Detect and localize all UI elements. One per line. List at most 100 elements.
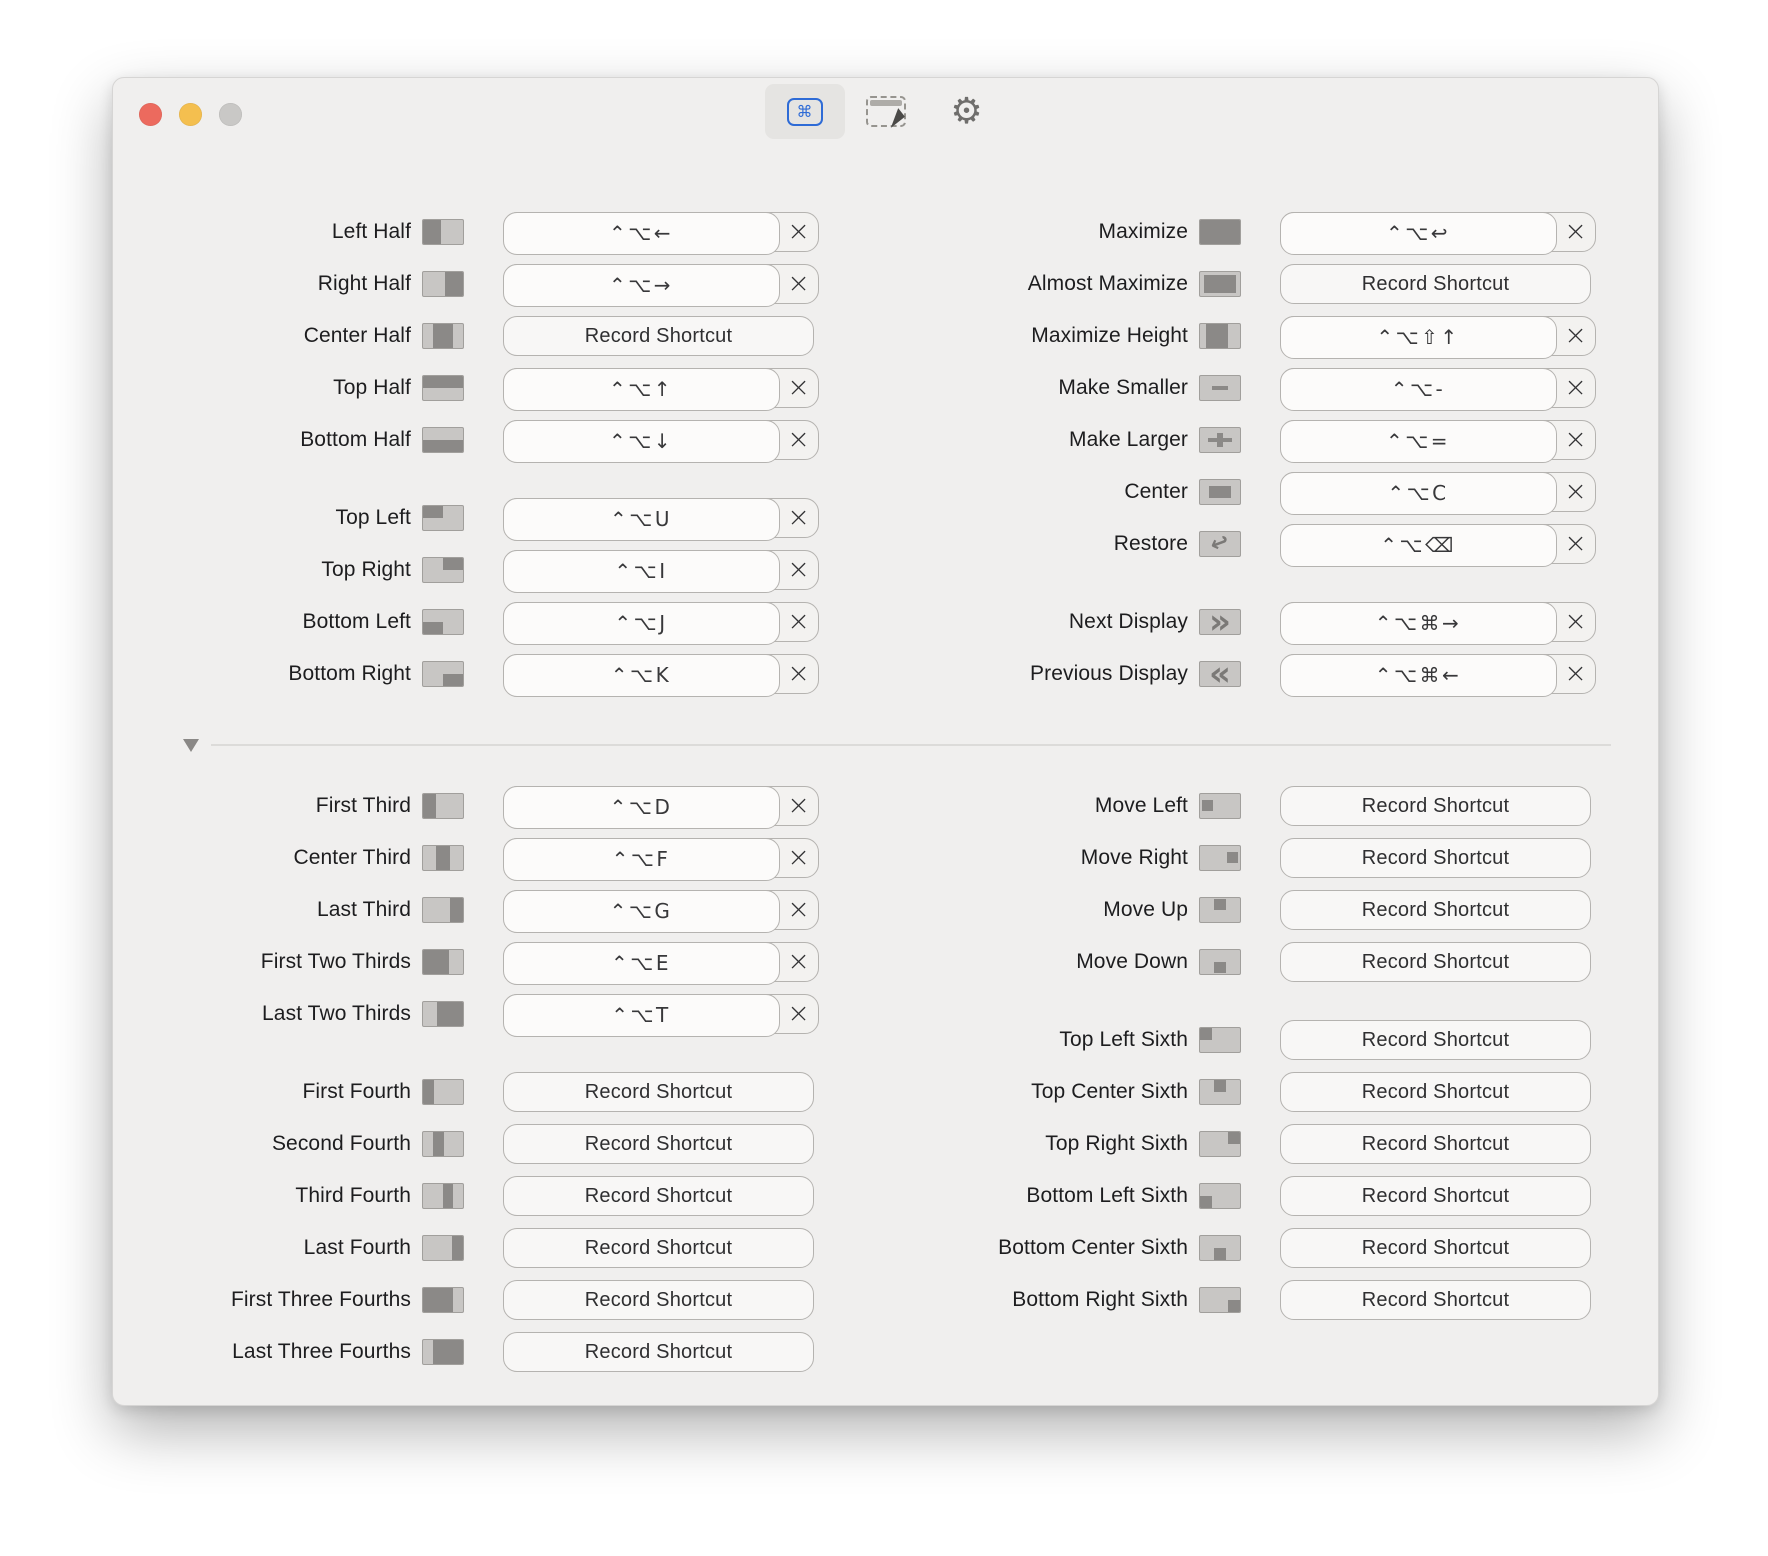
- record-shortcut-button[interactable]: Record Shortcut: [1280, 264, 1591, 304]
- action-label: Right Half: [113, 272, 411, 296]
- clear-shortcut-button[interactable]: ×: [779, 995, 818, 1032]
- clear-shortcut-button[interactable]: ×: [779, 891, 818, 928]
- action-label: Second Fourth: [113, 1132, 411, 1156]
- clear-shortcut-button[interactable]: ×: [1556, 655, 1595, 692]
- shortcut-field[interactable]: ⌃⌥↑×: [503, 368, 819, 408]
- shortcut-field[interactable]: ⌃⌥E×: [503, 942, 819, 982]
- shortcut-field[interactable]: ⌃⌥U×: [503, 498, 819, 538]
- top-half-icon: [422, 375, 464, 401]
- shortcut-field[interactable]: ⌃⌥K×: [503, 654, 819, 694]
- record-shortcut-button[interactable]: Record Shortcut: [1280, 942, 1591, 982]
- record-shortcut-button[interactable]: Record Shortcut: [503, 1072, 814, 1112]
- clear-shortcut-button[interactable]: ×: [1556, 603, 1595, 640]
- shortcut-field[interactable]: ⌃⌥↩×: [1280, 212, 1596, 252]
- action-row: Top Left SixthRecord Shortcut: [890, 1014, 1596, 1066]
- shortcut-value[interactable]: ⌃⌥F: [503, 838, 780, 881]
- shortcut-value[interactable]: ⌃⌥⌫: [1280, 524, 1557, 567]
- shortcut-value[interactable]: ⌃⌥G: [503, 890, 780, 933]
- shortcut-field[interactable]: ⌃⌥F×: [503, 838, 819, 878]
- shortcut-value[interactable]: ⌃⌥-: [1280, 368, 1557, 411]
- record-shortcut-button[interactable]: Record Shortcut: [1280, 890, 1591, 930]
- shortcut-field[interactable]: ⌃⌥C×: [1280, 472, 1596, 512]
- clear-shortcut-button[interactable]: ×: [1556, 369, 1595, 406]
- record-shortcut-button[interactable]: Record Shortcut: [503, 1332, 814, 1372]
- action-label: Top Right Sixth: [890, 1132, 1188, 1156]
- shortcut-value[interactable]: ⌃⌥↑: [503, 368, 780, 411]
- clear-shortcut-button[interactable]: ×: [779, 655, 818, 692]
- shortcut-field[interactable]: ⌃⌥→×: [503, 264, 819, 304]
- clear-shortcut-button[interactable]: ×: [779, 603, 818, 640]
- shortcut-value[interactable]: ⌃⌥⌘←: [1280, 654, 1557, 697]
- record-shortcut-button[interactable]: Record Shortcut: [1280, 1124, 1591, 1164]
- clear-shortcut-button[interactable]: ×: [779, 421, 818, 458]
- shortcut-value[interactable]: ⌃⌥C: [1280, 472, 1557, 515]
- shortcut-value[interactable]: ⌃⌥↩: [1280, 212, 1557, 255]
- clear-shortcut-button[interactable]: ×: [1556, 317, 1595, 354]
- action-label: Third Fourth: [113, 1184, 411, 1208]
- record-shortcut-button[interactable]: Record Shortcut: [1280, 1176, 1591, 1216]
- clear-shortcut-button[interactable]: ×: [779, 265, 818, 302]
- group-thirds: First Third⌃⌥D×Center Third⌃⌥F×Last Thir…: [113, 780, 819, 1040]
- shortcut-field[interactable]: ⌃⌥⌫×: [1280, 524, 1596, 564]
- action-label: Make Larger: [890, 428, 1188, 452]
- record-shortcut-button[interactable]: Record Shortcut: [1280, 1228, 1591, 1268]
- shortcut-value[interactable]: ⌃⌥I: [503, 550, 780, 593]
- shortcut-field[interactable]: ⌃⌥T×: [503, 994, 819, 1034]
- shortcut-field[interactable]: ⌃⌥⇧↑×: [1280, 316, 1596, 356]
- shortcut-field[interactable]: ⌃⌥D×: [503, 786, 819, 826]
- tab-keyboard-shortcuts[interactable]: ⌘: [765, 84, 845, 139]
- clear-shortcut-button[interactable]: ×: [1556, 473, 1595, 510]
- clear-shortcut-button[interactable]: ×: [779, 369, 818, 406]
- tab-snap-areas[interactable]: [846, 84, 926, 139]
- shortcut-value[interactable]: ⌃⌥←: [503, 212, 780, 255]
- minimize-button[interactable]: [179, 103, 202, 126]
- record-shortcut-button[interactable]: Record Shortcut: [503, 1176, 814, 1216]
- shortcut-field[interactable]: ⌃⌥⌘→×: [1280, 602, 1596, 642]
- shortcut-field[interactable]: ⌃⌥G×: [503, 890, 819, 930]
- tab-settings[interactable]: ⚙: [927, 84, 1007, 139]
- record-shortcut-button[interactable]: Record Shortcut: [1280, 786, 1591, 826]
- record-shortcut-button[interactable]: Record Shortcut: [1280, 1020, 1591, 1060]
- clear-shortcut-button[interactable]: ×: [779, 839, 818, 876]
- clear-shortcut-button[interactable]: ×: [779, 787, 818, 824]
- clear-shortcut-button[interactable]: ×: [779, 551, 818, 588]
- group-sixths: Top Left SixthRecord ShortcutTop Center …: [890, 1014, 1596, 1326]
- shortcut-field[interactable]: ⌃⌥J×: [503, 602, 819, 642]
- record-shortcut-button[interactable]: Record Shortcut: [503, 316, 814, 356]
- record-shortcut-button[interactable]: Record Shortcut: [1280, 838, 1591, 878]
- action-label: Previous Display: [890, 662, 1188, 686]
- clear-shortcut-button[interactable]: ×: [1556, 213, 1595, 250]
- record-shortcut-button[interactable]: Record Shortcut: [503, 1280, 814, 1320]
- clear-shortcut-button[interactable]: ×: [779, 213, 818, 250]
- action-row: Bottom Left⌃⌥J×: [113, 596, 819, 648]
- close-button[interactable]: [139, 103, 162, 126]
- shortcut-value[interactable]: ⌃⌥⇧↑: [1280, 316, 1557, 359]
- shortcut-value[interactable]: ⌃⌥↓: [503, 420, 780, 463]
- clear-shortcut-button[interactable]: ×: [1556, 421, 1595, 458]
- shortcut-value[interactable]: ⌃⌥→: [503, 264, 780, 307]
- clear-shortcut-button[interactable]: ×: [779, 943, 818, 980]
- shortcut-value[interactable]: ⌃⌥U: [503, 498, 780, 541]
- shortcut-value[interactable]: ⌃⌥⌘→: [1280, 602, 1557, 645]
- shortcut-field[interactable]: ⌃⌥←×: [503, 212, 819, 252]
- action-row: Last Two Thirds⌃⌥T×: [113, 988, 819, 1040]
- shortcut-field[interactable]: ⌃⌥⌘←×: [1280, 654, 1596, 694]
- clear-shortcut-button[interactable]: ×: [1556, 525, 1595, 562]
- shortcut-field[interactable]: ⌃⌥=×: [1280, 420, 1596, 460]
- shortcut-value[interactable]: ⌃⌥T: [503, 994, 780, 1037]
- record-shortcut-button[interactable]: Record Shortcut: [1280, 1072, 1591, 1112]
- section-collapse-triangle-icon[interactable]: [183, 739, 199, 752]
- clear-shortcut-button[interactable]: ×: [779, 499, 818, 536]
- shortcut-field[interactable]: ⌃⌥I×: [503, 550, 819, 590]
- shortcut-field[interactable]: ⌃⌥-×: [1280, 368, 1596, 408]
- shortcut-value[interactable]: ⌃⌥J: [503, 602, 780, 645]
- shortcut-value[interactable]: ⌃⌥D: [503, 786, 780, 829]
- zoom-button[interactable]: [219, 103, 242, 126]
- record-shortcut-button[interactable]: Record Shortcut: [1280, 1280, 1591, 1320]
- shortcut-field[interactable]: ⌃⌥↓×: [503, 420, 819, 460]
- shortcut-value[interactable]: ⌃⌥=: [1280, 420, 1557, 463]
- shortcut-value[interactable]: ⌃⌥E: [503, 942, 780, 985]
- record-shortcut-button[interactable]: Record Shortcut: [503, 1124, 814, 1164]
- shortcut-value[interactable]: ⌃⌥K: [503, 654, 780, 697]
- record-shortcut-button[interactable]: Record Shortcut: [503, 1228, 814, 1268]
